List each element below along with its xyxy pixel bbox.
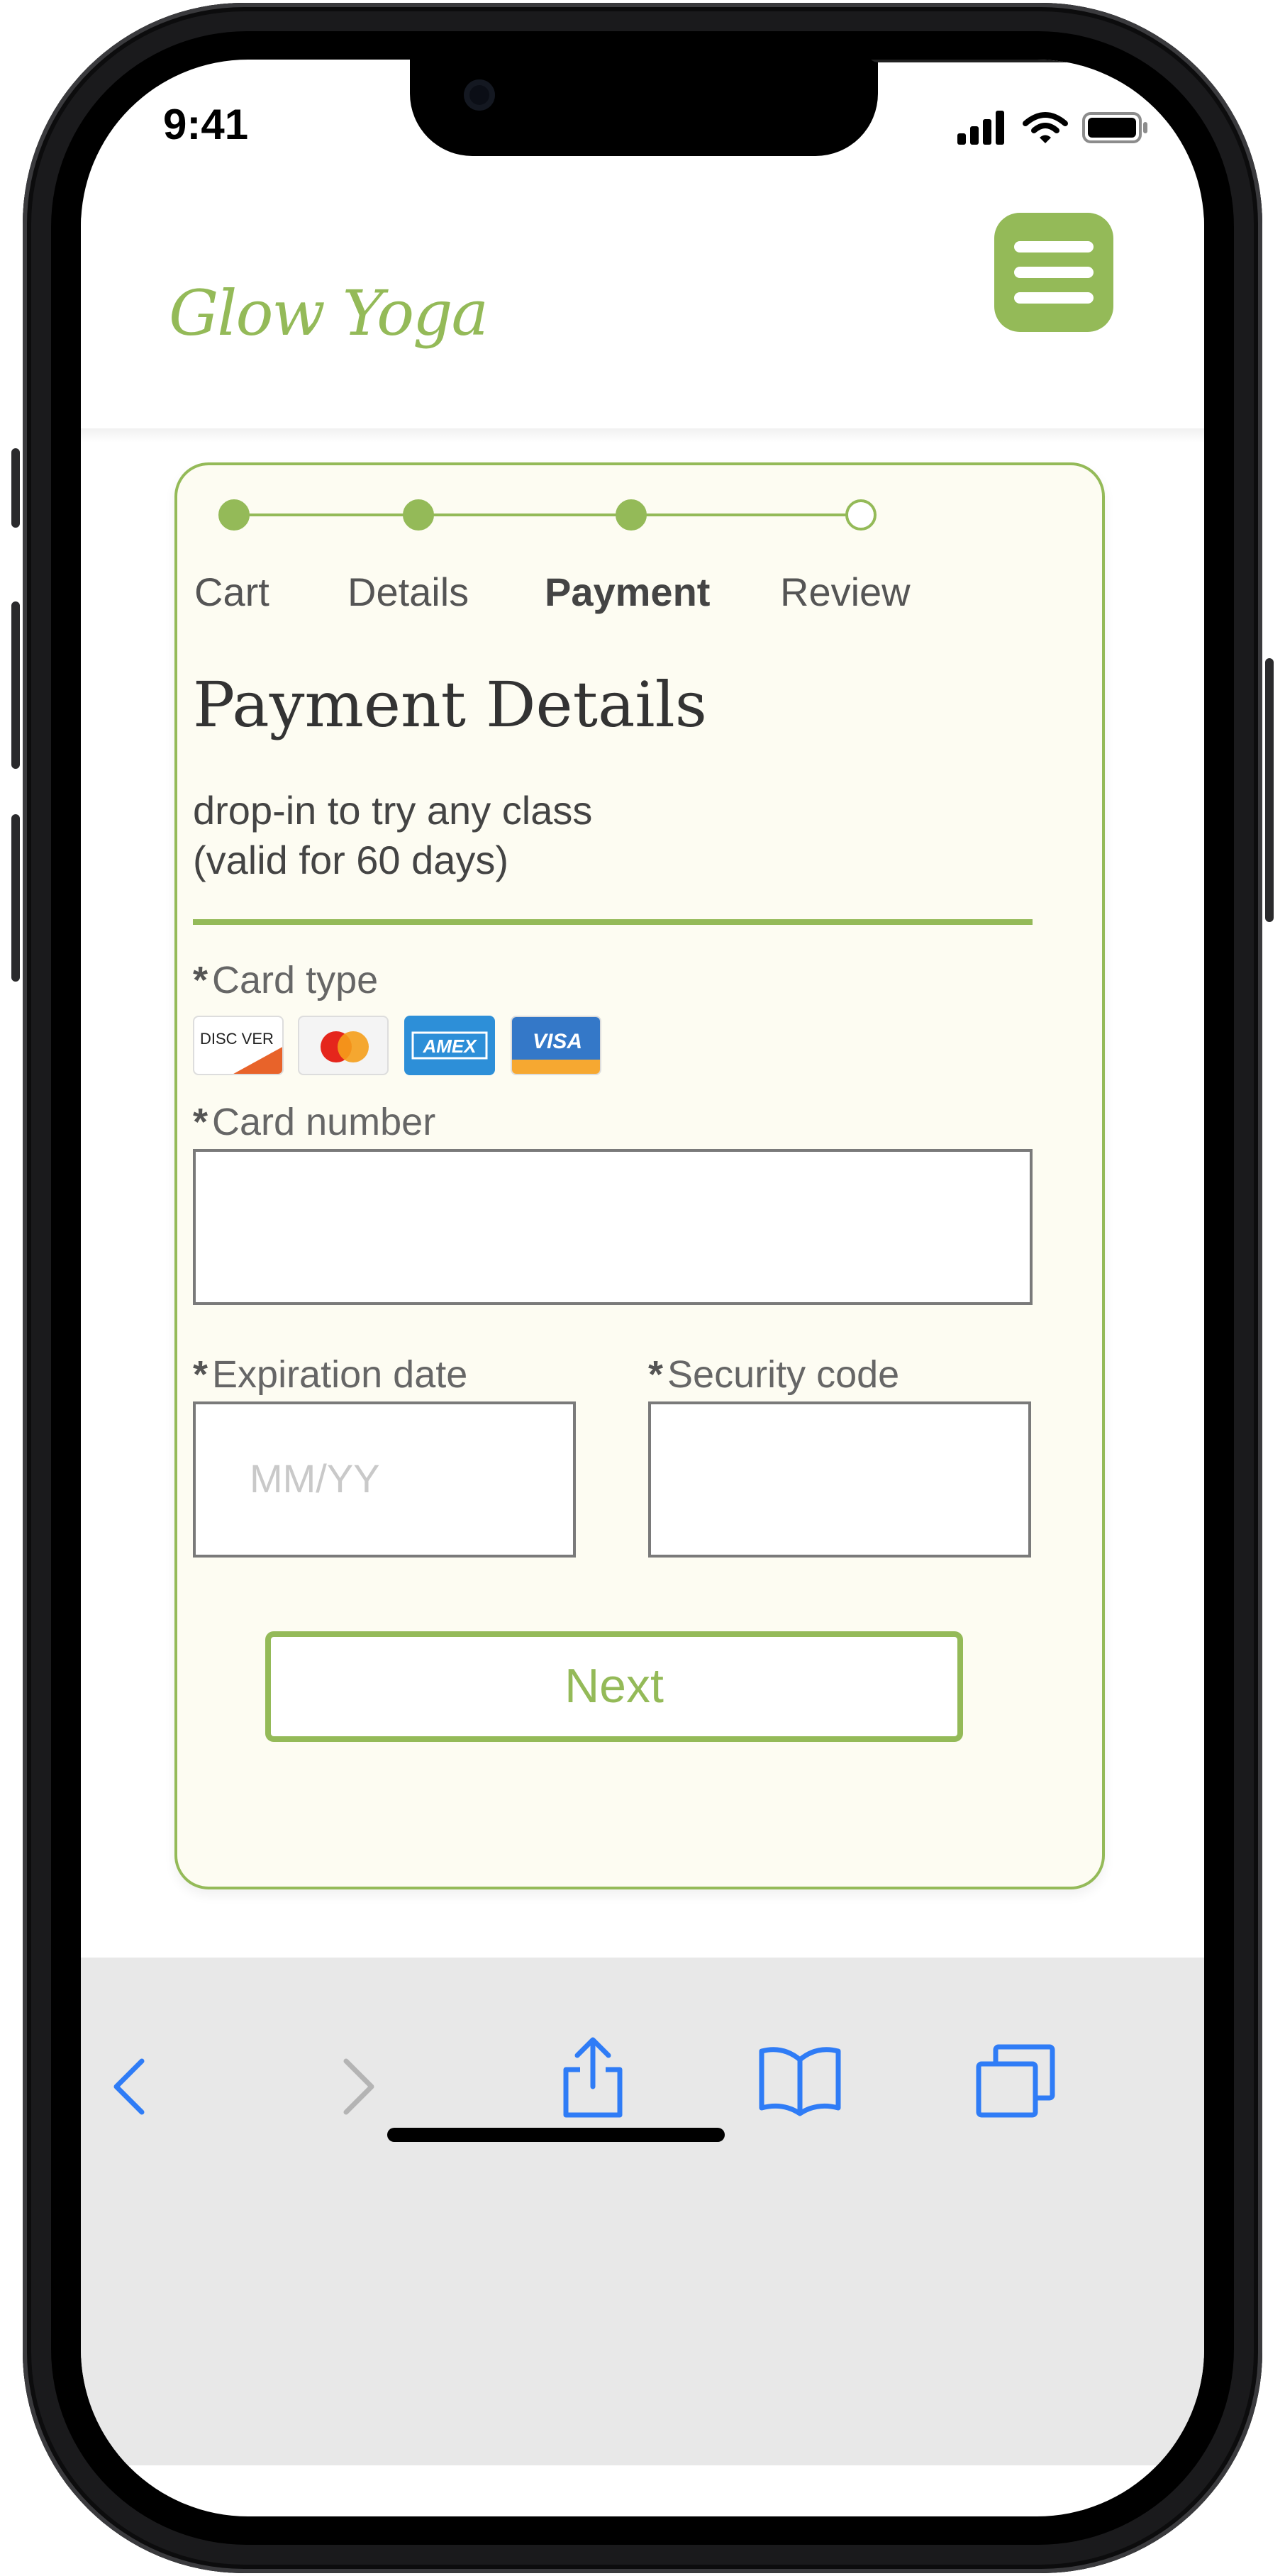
tabs-icon: [976, 2044, 1055, 2118]
expiration-date-label-text: Expiration date: [212, 1353, 468, 1396]
hamburger-menu-icon: [1014, 292, 1094, 304]
home-indicator: [387, 2128, 725, 2142]
card-type-label-text: Card type: [212, 959, 379, 1001]
security-code-input[interactable]: [648, 1401, 1031, 1558]
step-dot-review: [845, 499, 877, 531]
expiration-date-input[interactable]: [193, 1401, 576, 1558]
required-marker: *: [193, 1353, 208, 1396]
stepper-line: [238, 513, 862, 516]
required-marker: *: [648, 1353, 664, 1396]
wifi-icon: [1023, 112, 1068, 143]
status-icons: [957, 105, 1150, 145]
speaker-grille: [868, 60, 1081, 62]
step-label-cart[interactable]: Cart: [194, 570, 269, 616]
step-dot-cart[interactable]: [218, 499, 250, 531]
required-marker: *: [193, 959, 208, 1001]
mute-switch: [11, 448, 20, 528]
site-logo[interactable]: Glow Yoga: [169, 278, 489, 350]
share-icon: [563, 2037, 623, 2118]
power-button: [1265, 658, 1274, 922]
discover-card-graphic: DISC VER: [200, 1030, 282, 1074]
status-time: 9:41: [163, 102, 249, 149]
hamburger-menu-icon: [1014, 241, 1094, 252]
card-number-input[interactable]: [193, 1149, 1033, 1305]
expiration-date-label: * Expiration date: [193, 1353, 467, 1397]
description-line-2: (valid for 60 days): [193, 838, 509, 882]
front-camera: [464, 79, 495, 111]
step-label-review: Review: [780, 570, 911, 614]
bookmarks-icon: [759, 2047, 841, 2116]
volume-up-button: [11, 601, 20, 769]
card-type-label: * Card type: [193, 959, 378, 1003]
mastercard-graphic: [321, 1031, 369, 1062]
volume-down-button: [11, 814, 20, 982]
mastercard-icon[interactable]: [298, 1016, 389, 1075]
section-divider: [193, 919, 1033, 925]
share-button[interactable]: [543, 2028, 642, 2128]
step-dot-payment[interactable]: [616, 499, 647, 531]
hamburger-menu-icon: [1014, 267, 1094, 278]
forward-button: [308, 2037, 407, 2136]
security-code-label-text: Security code: [667, 1353, 900, 1396]
bookmarks-button[interactable]: [750, 2031, 850, 2131]
battery-icon: [1082, 112, 1147, 143]
header-divider: [81, 428, 1204, 443]
card-number-label-text: Card number: [212, 1101, 436, 1143]
visa-card-graphic: VISA: [512, 1017, 600, 1074]
security-code-label: * Security code: [648, 1353, 899, 1397]
next-button[interactable]: Next: [265, 1631, 963, 1742]
forward-icon: [343, 2058, 374, 2115]
menu-button[interactable]: [994, 213, 1113, 332]
back-icon: [113, 2058, 145, 2115]
discover-card-icon[interactable]: DISC VER: [193, 1016, 284, 1075]
card-number-label: * Card number: [193, 1101, 435, 1145]
tabs-button[interactable]: [966, 2031, 1065, 2131]
back-button[interactable]: [81, 2037, 180, 2136]
required-marker: *: [193, 1101, 208, 1143]
phone-screen: 9:41 Glow Yoga Cart Details Payment Revi…: [81, 60, 1204, 2516]
step-label-details[interactable]: Details: [347, 570, 469, 616]
amex-card-text: AMEX: [422, 1036, 477, 1057]
step-dot-details[interactable]: [403, 499, 434, 531]
step-label-payment: Payment: [545, 570, 711, 614]
visa-card-text: VISA: [533, 1030, 582, 1053]
page-title: Payment Details: [193, 670, 707, 742]
visa-card-icon[interactable]: VISA: [511, 1016, 601, 1075]
amex-card-graphic: AMEX: [411, 1031, 488, 1060]
amex-card-icon[interactable]: AMEX: [404, 1016, 495, 1075]
cellular-signal-icon: [957, 111, 1004, 145]
discover-card-text: DISC VER: [200, 1030, 274, 1048]
description-line-1: drop-in to try any class: [193, 789, 593, 833]
